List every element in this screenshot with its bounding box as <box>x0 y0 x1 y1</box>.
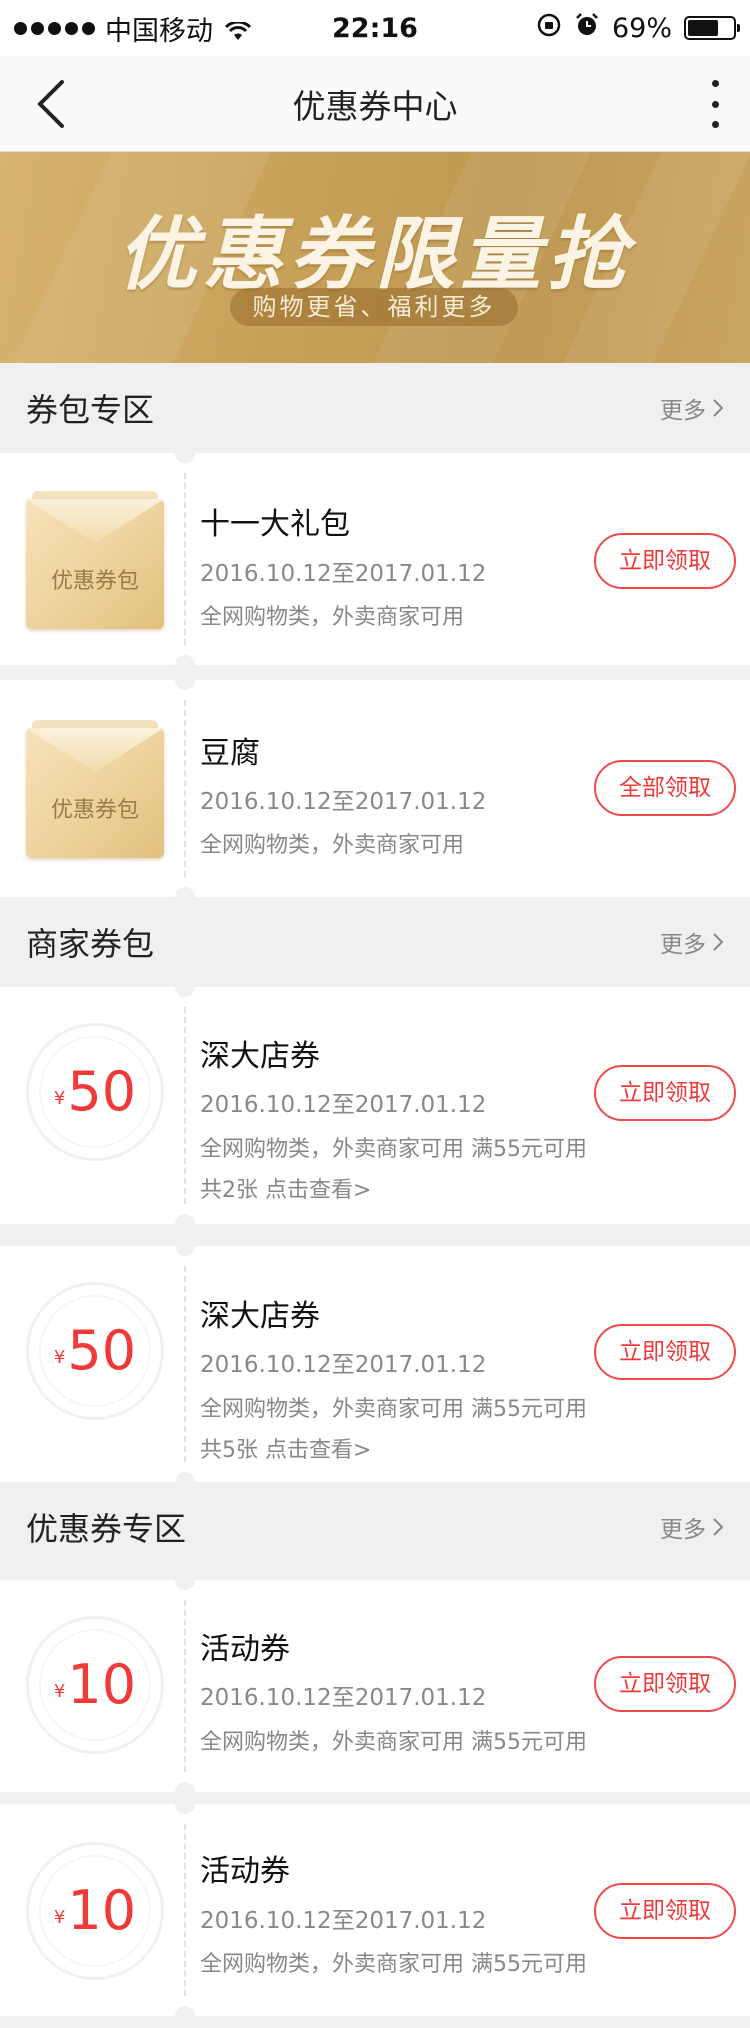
coupon-amount-badge: ¥10 <box>26 1616 164 1754</box>
coupon-desc: 全网购物类，外卖商家可用 满55元可用 <box>200 1730 587 1755</box>
coupon-desc: 全网购物类，外卖商家可用 满55元可用 <box>200 1397 587 1422</box>
coupon-amount: 10 <box>67 1879 137 1942</box>
coupon-desc: 全网购物类，外卖商家可用 满55元可用 <box>200 1952 587 1977</box>
currency-symbol: ¥ <box>53 1088 66 1109</box>
coupon-name: 深大店券 <box>200 1039 320 1074</box>
coupon-card[interactable]: ¥10 活动券 2016.10.12至2017.01.12 全网购物类，外卖商家… <box>0 1804 750 2016</box>
coupon-amount-badge: ¥50 <box>26 1023 164 1161</box>
coupon-card[interactable]: ¥10 活动券 2016.10.12至2017.01.12 全网购物类，外卖商家… <box>0 1580 750 1792</box>
back-arrow-icon[interactable] <box>30 78 80 130</box>
claim-button[interactable]: 立即领取 <box>594 1324 736 1380</box>
more-link[interactable]: 更多 <box>660 1510 724 1544</box>
section-header-coupons: 优惠券专区 更多 <box>0 1482 750 1572</box>
coupon-name: 活动券 <box>200 1854 290 1889</box>
coupon-desc: 全网购物类，外卖商家可用 满55元可用 <box>200 1137 587 1162</box>
chevron-right-icon <box>713 933 724 951</box>
battery-percent: 69% <box>611 12 672 44</box>
coupon-amount: 10 <box>67 1653 137 1716</box>
claim-button[interactable]: 立即领取 <box>594 533 736 589</box>
currency-symbol: ¥ <box>53 1347 66 1368</box>
pack-label: 优惠券包 <box>50 569 139 594</box>
more-link[interactable]: 更多 <box>660 391 724 425</box>
claim-button[interactable]: 立即领取 <box>594 1065 736 1121</box>
nav-bar: 优惠券中心 <box>0 56 750 152</box>
chevron-right-icon <box>713 399 724 417</box>
coupon-pack-card[interactable]: 优惠券包 十一大礼包 2016.10.12至2017.01.12 全网购物类，外… <box>0 453 750 665</box>
coupon-amount: 50 <box>67 1319 137 1382</box>
envelope-icon: 优惠券包 <box>26 491 164 629</box>
battery-icon <box>684 16 740 40</box>
alarm-icon <box>574 12 600 45</box>
section-title: 券包专区 <box>26 391 155 429</box>
coupon-amount-badge: ¥10 <box>26 1842 164 1980</box>
currency-symbol: ¥ <box>53 1681 66 1702</box>
coupon-name: 深大店券 <box>200 1299 320 1334</box>
pack-label: 优惠券包 <box>50 798 139 823</box>
rotation-lock-icon <box>536 12 562 45</box>
chevron-right-icon <box>713 1518 724 1536</box>
promo-banner[interactable]: 优惠券限量抢 购物更省、福利更多 <box>0 152 750 363</box>
coupon-desc: 全网购物类，外卖商家可用 <box>200 833 465 858</box>
coupon-name: 豆腐 <box>200 736 260 771</box>
section-title: 商家券包 <box>26 925 155 963</box>
coupon-name: 十一大礼包 <box>200 507 350 542</box>
coupon-count-link[interactable]: 共5张 点击查看> <box>200 1432 371 1464</box>
more-link[interactable]: 更多 <box>660 925 724 959</box>
more-label: 更多 <box>660 1517 706 1543</box>
more-options-icon[interactable] <box>700 74 730 134</box>
coupon-date: 2016.10.12至2017.01.12 <box>200 1352 487 1378</box>
section-header-merchant-packs: 商家券包 更多 <box>0 897 750 987</box>
coupon-date: 2016.10.12至2017.01.12 <box>200 1092 487 1118</box>
banner-subtitle: 购物更省、福利更多 <box>230 288 518 326</box>
coupon-date: 2016.10.12至2017.01.12 <box>200 789 487 815</box>
coupon-pack-card[interactable]: 优惠券包 豆腐 2016.10.12至2017.01.12 全网购物类，外卖商家… <box>0 680 750 897</box>
carrier-name: 中国移动 <box>105 15 213 47</box>
wifi-icon <box>224 18 252 40</box>
claim-button[interactable]: 立即领取 <box>594 1656 736 1712</box>
envelope-icon: 优惠券包 <box>26 720 164 858</box>
coupon-amount: 50 <box>67 1060 137 1123</box>
coupon-amount-badge: ¥50 <box>26 1282 164 1420</box>
claim-button[interactable]: 立即领取 <box>594 1883 736 1939</box>
claim-all-button[interactable]: 全部领取 <box>594 760 736 816</box>
merchant-coupon-card[interactable]: ¥50 深大店券 2016.10.12至2017.01.12 全网购物类，外卖商… <box>0 987 750 1224</box>
page-title: 优惠券中心 <box>292 86 458 126</box>
status-bar: 中国移动 22:16 69% <box>0 0 750 56</box>
section-title: 优惠券专区 <box>26 1510 187 1548</box>
signal-strength-icon <box>14 21 95 35</box>
coupon-date: 2016.10.12至2017.01.12 <box>200 1685 487 1711</box>
currency-symbol: ¥ <box>53 1907 66 1928</box>
coupon-desc: 全网购物类，外卖商家可用 <box>200 605 465 630</box>
section-header-coupon-packs: 券包专区 更多 <box>0 363 750 453</box>
coupon-date: 2016.10.12至2017.01.12 <box>200 1908 487 1934</box>
merchant-coupon-card[interactable]: ¥50 深大店券 2016.10.12至2017.01.12 全网购物类，外卖商… <box>0 1246 750 1482</box>
more-label: 更多 <box>660 932 706 958</box>
more-label: 更多 <box>660 398 706 424</box>
coupon-date: 2016.10.12至2017.01.12 <box>200 561 487 587</box>
coupon-count-link[interactable]: 共2张 点击查看> <box>200 1172 371 1204</box>
coupon-name: 活动券 <box>200 1632 290 1667</box>
